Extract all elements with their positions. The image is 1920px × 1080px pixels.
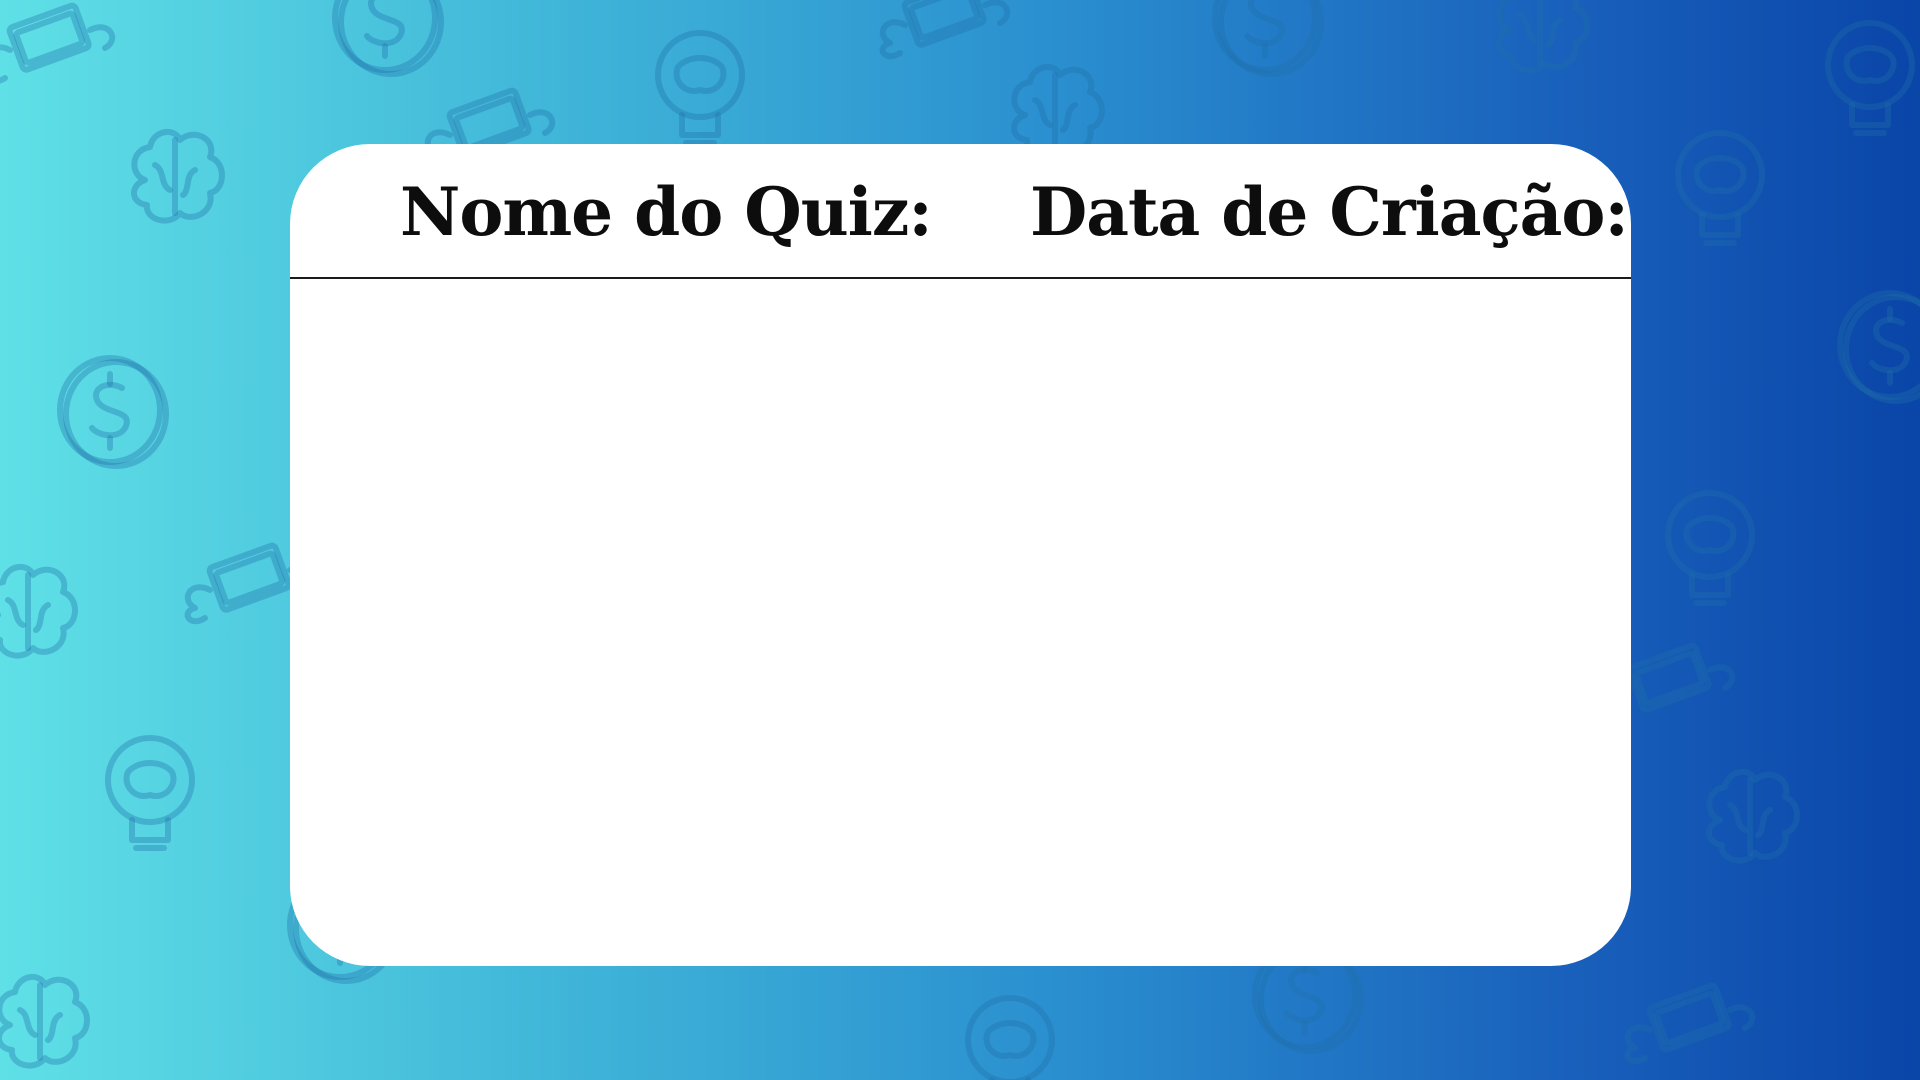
brain-icon [1014, 67, 1102, 156]
lightbulb-brain-icon [658, 33, 742, 143]
quiz-card: Nome do Quiz: Data de Criação: [290, 144, 1631, 966]
card-header: Nome do Quiz: Data de Criação: [290, 144, 1631, 279]
flying-money-icon [0, 5, 112, 82]
coin-dollar-icon [1840, 293, 1920, 401]
lightbulb-brain-icon [968, 998, 1052, 1080]
brain-icon [1499, 0, 1587, 71]
flying-money-icon [883, 0, 1008, 56]
card-body [290, 281, 1631, 966]
lightbulb-brain-icon [1828, 23, 1912, 133]
brain-icon [1709, 772, 1797, 861]
flying-money-icon [1628, 985, 1753, 1062]
brain-icon [0, 977, 87, 1066]
quiz-name-label: Nome do Quiz: [400, 173, 933, 251]
coin-dollar-icon [1215, 0, 1321, 74]
brain-icon [134, 132, 222, 221]
coin-dollar-icon [335, 0, 441, 74]
coin-dollar-icon [60, 358, 166, 466]
lightbulb-brain-icon [1668, 493, 1752, 603]
lightbulb-brain-icon [108, 738, 192, 848]
brain-icon [0, 567, 75, 656]
lightbulb-brain-icon [1678, 133, 1762, 243]
creation-date-label: Data de Criação: [1030, 173, 1629, 251]
